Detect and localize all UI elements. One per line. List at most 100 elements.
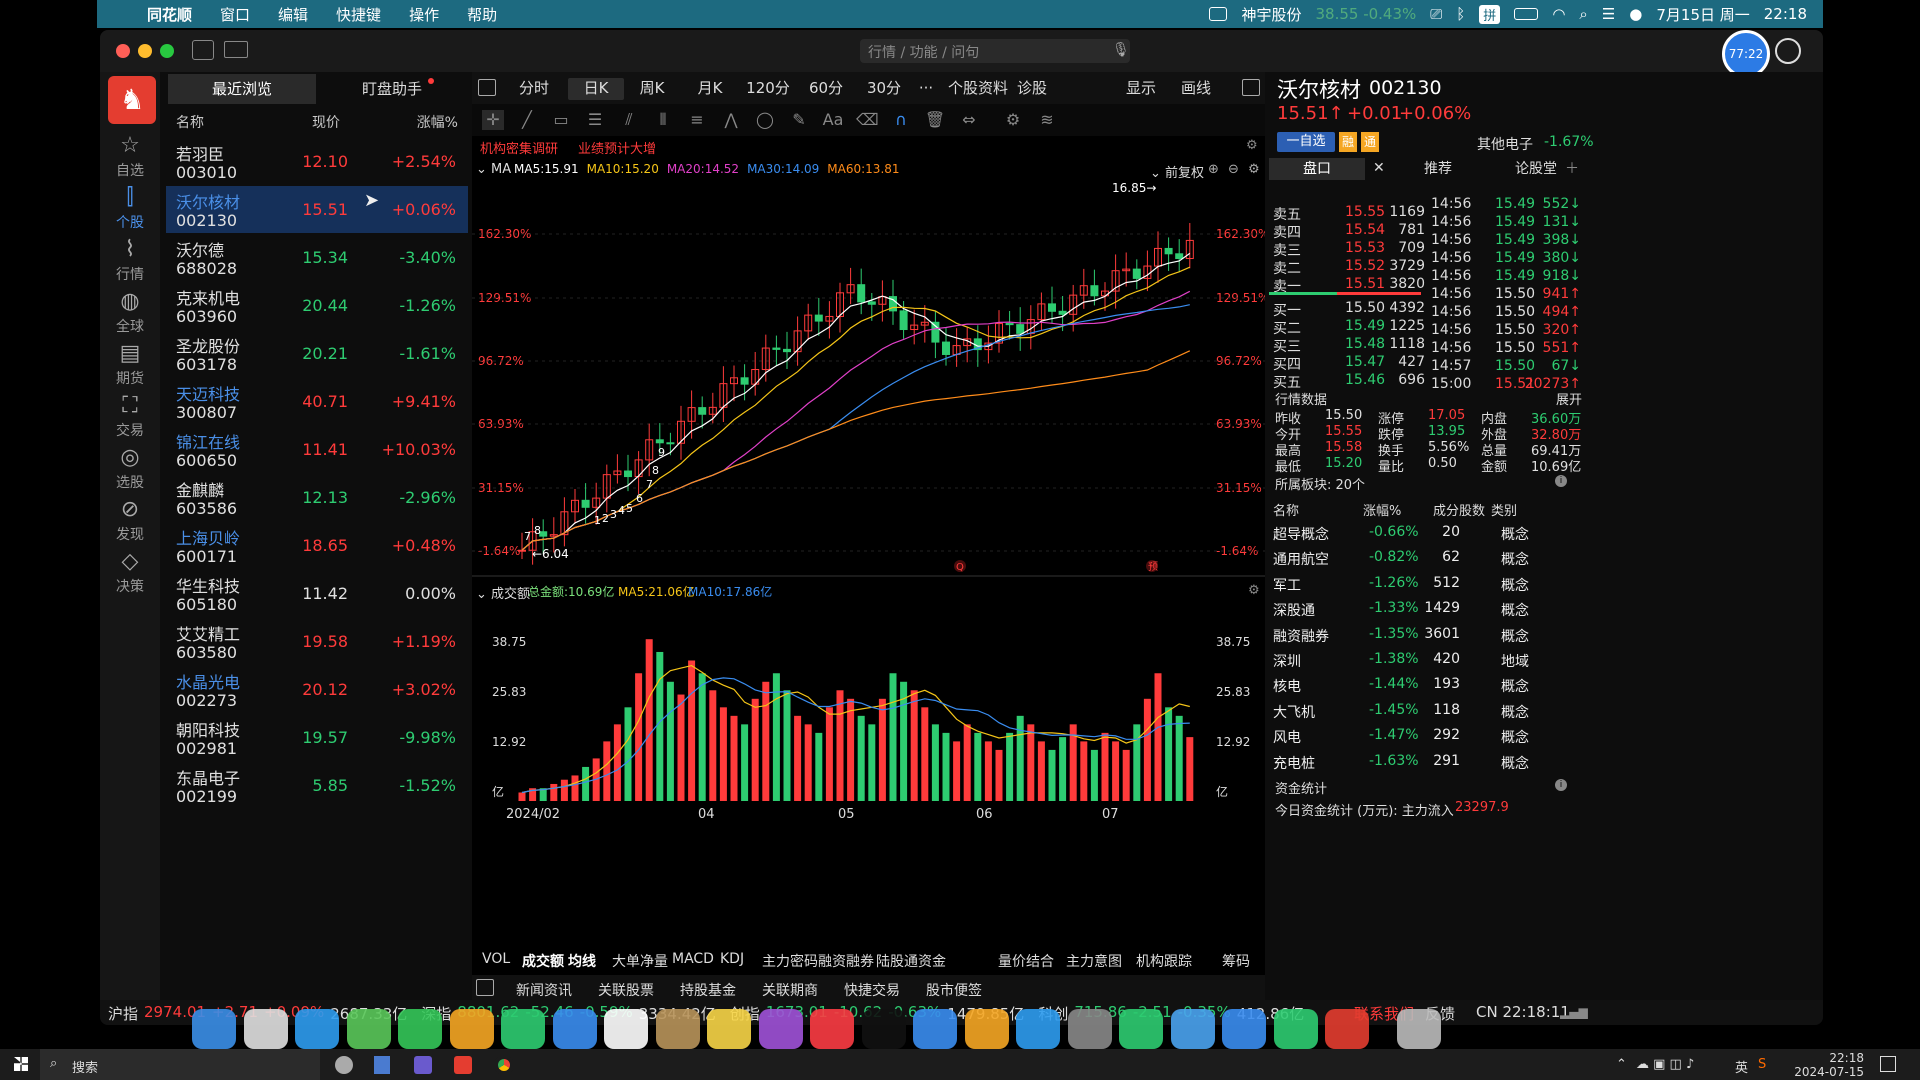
tray-icons[interactable]: ☁ ▣ ◫ ♪ (1636, 1057, 1694, 1072)
candle-body[interactable] (666, 442, 675, 445)
tab-orderbook[interactable]: 盘口 (1269, 158, 1365, 180)
display-icon[interactable] (1209, 7, 1228, 21)
candle-body[interactable] (814, 314, 823, 322)
volume-bar[interactable] (1165, 707, 1173, 801)
news-tab[interactable]: 关联期商 (762, 980, 818, 1000)
bid-price[interactable]: 15.49 (1345, 318, 1385, 334)
watchlist-row[interactable]: 艾艾精工 603580 19.58 +1.19% (166, 618, 468, 665)
feishu-icon[interactable] (1222, 1009, 1266, 1049)
sector-name[interactable]: 大飞机 (1273, 702, 1315, 722)
volume-bar[interactable] (730, 715, 738, 801)
volume-bar[interactable] (931, 724, 939, 801)
taskbar-chrome-icon[interactable] (494, 1055, 514, 1075)
volume-bar[interactable] (677, 694, 685, 801)
tag-earnings[interactable]: 业绩预计大增 (578, 138, 656, 157)
ask-price[interactable]: 15.52 (1345, 258, 1385, 274)
cast-icon[interactable]: ⎚ (1430, 5, 1442, 23)
ask-price[interactable]: 15.54 (1345, 222, 1385, 238)
volume-bar[interactable] (868, 724, 876, 801)
menu-app[interactable]: 同花顺 (147, 4, 192, 25)
candle-body[interactable] (1090, 285, 1099, 297)
candle-body[interactable] (942, 341, 950, 355)
volume-bar[interactable] (953, 741, 961, 801)
volume-bar[interactable] (825, 707, 833, 801)
nav-item-行情[interactable]: ⌇ 行情 (100, 236, 160, 284)
candle-body[interactable] (1005, 323, 1014, 326)
nav-item-个股[interactable]: ⫿ 个股 (100, 184, 160, 232)
sector-name[interactable]: 风电 (1273, 727, 1301, 747)
nav-item-全球[interactable]: ◍ 全球 (100, 288, 160, 336)
candle-body[interactable] (772, 347, 781, 350)
bid-price[interactable]: 15.46 (1345, 372, 1385, 388)
candle-body[interactable] (1164, 247, 1173, 255)
volume-bar[interactable] (910, 690, 918, 801)
sector-col-header[interactable]: 类别 (1491, 500, 1517, 519)
indicator-tab[interactable]: 量价结合 (998, 951, 1054, 971)
chart-tab[interactable]: 个股资料 (948, 78, 1008, 100)
bid-price[interactable]: 15.48 (1345, 336, 1385, 352)
indicator-tab[interactable]: 筹码 (1222, 951, 1250, 971)
calendar-icon[interactable] (604, 1009, 648, 1049)
candle-body[interactable] (1016, 324, 1025, 334)
volume-bar[interactable] (751, 698, 759, 801)
menu-item[interactable]: 窗口 (220, 4, 250, 25)
volume-bar[interactable] (783, 690, 791, 801)
expand-icon[interactable]: ⇔ (958, 110, 980, 130)
news-tab[interactable]: 新闻资讯 (516, 980, 572, 1000)
fibo-icon[interactable]: ☰ (584, 110, 606, 130)
menubar-date[interactable]: 7月15日 周一 (1656, 4, 1749, 25)
contacts-icon[interactable] (655, 1009, 700, 1049)
mail-icon[interactable] (224, 41, 248, 58)
nav-item-自选[interactable]: ☆ 自选 (100, 132, 160, 180)
chart-tab[interactable]: 画线 (1176, 78, 1216, 100)
chart-settings-icon[interactable]: ⚙ (1248, 162, 1260, 177)
nav-item-选股[interactable]: ◎ 选股 (100, 444, 160, 492)
siri-icon[interactable]: ● (1629, 5, 1642, 23)
candle-body[interactable] (867, 301, 876, 305)
volume-bar[interactable] (1016, 715, 1024, 801)
menu-item[interactable]: 帮助 (467, 4, 497, 25)
control-center-icon[interactable]: ☰ (1602, 5, 1615, 23)
volume-bar[interactable] (836, 690, 844, 801)
menu-item[interactable]: 快捷键 (336, 4, 381, 25)
facetime-icon[interactable] (501, 1009, 545, 1049)
volume-bar[interactable] (984, 741, 992, 801)
volume-bar[interactable] (1186, 737, 1194, 801)
ticker-name[interactable]: 神宇股份 (1241, 4, 1301, 25)
candle-body[interactable] (899, 310, 908, 331)
volume-bar[interactable] (1037, 741, 1045, 801)
nav-item-交易[interactable]: ⛶ 交易 (100, 392, 160, 440)
settings-icon[interactable]: ⚙ (1246, 138, 1258, 153)
ask-price[interactable]: 15.51 (1345, 276, 1385, 292)
candle-body[interactable] (518, 549, 526, 552)
pages-icon[interactable] (964, 1009, 1009, 1049)
watchlist-row[interactable]: 上海贝岭 600171 18.65 +0.48% (166, 522, 468, 569)
volume-bar[interactable] (878, 698, 886, 801)
chart-tab[interactable]: 120分 (742, 78, 794, 100)
tab-recent[interactable]: 最近浏览 (168, 74, 316, 104)
volume-bar[interactable] (847, 698, 855, 801)
tray-chevron-icon[interactable]: ⌃ (1616, 1057, 1627, 1072)
timer-badge[interactable]: 77:22 (1722, 30, 1770, 78)
indicator-tab[interactable]: 主力意图 (1066, 951, 1122, 971)
fuquan-select[interactable]: ⌄ 前复权 (1150, 162, 1204, 181)
volume-bar[interactable] (635, 673, 643, 801)
volume-bar[interactable] (1027, 724, 1035, 801)
search-input[interactable]: 行情 / 功能 / 问句 (860, 39, 1130, 63)
quote-expand[interactable]: 展开 (1556, 389, 1582, 408)
layers-icon[interactable]: ≋ (1036, 110, 1058, 130)
tray-time[interactable]: 22:18 (1794, 1051, 1864, 1065)
volume-bar[interactable] (709, 690, 717, 801)
volume-bar[interactable] (1059, 737, 1067, 801)
tray-date[interactable]: 2024-07-15 (1786, 1065, 1864, 1079)
bid-price[interactable]: 15.47 (1345, 354, 1385, 370)
volume-bar[interactable] (666, 681, 674, 801)
taskbar-app-1-icon[interactable] (335, 1056, 353, 1074)
indicator-tab[interactable]: 机构跟踪 (1136, 951, 1192, 971)
indicator-tab[interactable]: MACD (672, 951, 714, 967)
volume-bar[interactable] (518, 792, 526, 801)
volume-bar[interactable] (698, 673, 706, 801)
watchlist-row[interactable]: 若羽臣 003010 12.10 +2.54% (166, 138, 468, 185)
wifi-icon[interactable]: ◠ (1552, 5, 1565, 23)
tag-research[interactable]: 机构密集调研 (480, 138, 558, 157)
